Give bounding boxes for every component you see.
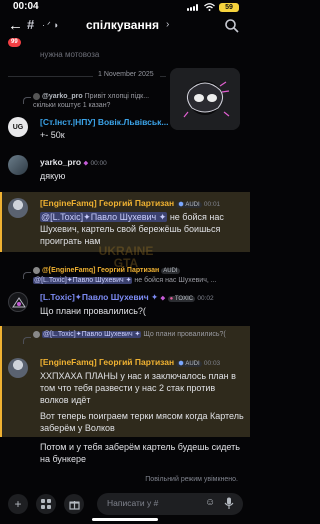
signal-icon: [187, 4, 200, 11]
message-input-placeholder: Написати у #: [107, 498, 159, 508]
avatar[interactable]: [8, 198, 28, 218]
user-mention[interactable]: @[L.Toxic]✦Павло Шухевич ✦: [40, 212, 168, 222]
battery-indicator: 59: [219, 3, 239, 12]
hash-icon: #: [27, 17, 35, 32]
role-tag-text: AUDI: [185, 202, 200, 208]
reply-connector: [23, 337, 31, 344]
reply-author: @[L.Toxic]✦Павло Шухевич ✦: [41, 331, 142, 338]
thread-icons: ·ᐟ◑: [42, 20, 61, 30]
channel-title[interactable]: спілкування: [86, 18, 159, 32]
reply-avatar: [33, 92, 40, 100]
chevron-right-icon[interactable]: ›: [166, 19, 169, 30]
message-text: дякую: [40, 171, 66, 181]
message-text-followup: Вот теперь поиграем терки мясом когда Ка…: [40, 411, 244, 433]
home-indicator: [92, 518, 158, 521]
reply-connector: [23, 97, 31, 104]
add-attachment-button[interactable]: +: [8, 494, 28, 514]
reply-preview[interactable]: @[L.Toxic]✦Павло Шухевич ✦ Що плани пров…: [33, 330, 245, 340]
message-time: 00:01: [203, 201, 221, 208]
message-author[interactable]: [Ст.Інст.|НПУ] Вовік.Львівськ...: [40, 117, 168, 127]
media-thumbnail: [170, 68, 240, 130]
avatar[interactable]: [8, 358, 28, 378]
search-icon[interactable]: [224, 18, 240, 34]
avatar-letters: UG: [12, 123, 24, 131]
avatar[interactable]: UG: [8, 117, 28, 137]
avatar[interactable]: [8, 155, 28, 175]
floating-media-preview[interactable]: [170, 68, 240, 130]
nitro-icon: ⬥: [83, 160, 89, 167]
message-header: yarko_pro ⬥ 00:00: [40, 157, 107, 168]
wifi-icon: [204, 3, 215, 11]
status-bar: 00:04 59: [0, 0, 250, 14]
message-text: ХХПХАХА ПЛАНЫ у нас и заключалось план в…: [40, 371, 236, 405]
message-header: [EngineFamq] Георгий Партизан ⬢ AUDI 00:…: [40, 198, 245, 208]
unread-badge: 99: [8, 38, 21, 47]
shield-icon: ⬢: [178, 361, 184, 367]
apps-button[interactable]: [36, 494, 56, 514]
reply-connector: [23, 272, 31, 279]
plus-icon: +: [14, 497, 22, 511]
reply-preview[interactable]: @yarko_pro Привіт хлопці підк... скільки…: [33, 92, 168, 110]
message-time: 00:02: [197, 295, 214, 302]
message-text: +- 50к: [40, 130, 65, 140]
previous-message-text: нужна мотовоза: [40, 50, 100, 59]
message-header: [L.Toxic]✦Павло Шухевич ✦ ⬥ ● TOXIC 00:0…: [40, 292, 245, 303]
message-author[interactable]: [L.Toxic]✦Павло Шухевич ✦: [40, 292, 158, 302]
reply-preview[interactable]: @[EngineFamq] Георгий Партизан AUDI @[L.…: [33, 266, 245, 286]
role-tag: ⬢ AUDI: [176, 202, 202, 208]
shield-icon: ⬢: [178, 202, 184, 208]
message-time: 00:00: [90, 160, 107, 167]
emoji-icon[interactable]: ☺: [205, 497, 215, 508]
message-text-followup: Потом и у тебя заберём картель будешь си…: [40, 442, 240, 464]
toxic-icon: ●: [169, 296, 174, 302]
message-author[interactable]: [EngineFamq] Георгий Партизан: [40, 357, 174, 367]
reply-author: @[EngineFamq] Георгий Партизан: [41, 267, 160, 274]
message-input[interactable]: Написати у # ☺: [97, 493, 243, 515]
avatar-image: [12, 297, 26, 308]
date-divider-text: 1 November 2025: [98, 71, 154, 78]
nitro-icon: ⬥: [160, 295, 166, 302]
avatar[interactable]: [8, 292, 28, 312]
role-tag: ⬢ AUDI: [176, 361, 202, 367]
apps-grid-icon: [41, 499, 51, 509]
role-tag-text: TOXIC: [174, 296, 194, 302]
reply-text: Що плани провалились?(: [143, 331, 226, 338]
message-header: [EngineFamq] Георгий Партизан ⬢ AUDI 00:…: [40, 357, 245, 367]
message-author[interactable]: yarko_pro: [40, 157, 81, 167]
slow-mode-notice: Повільний режим увімкнено.: [145, 476, 238, 483]
clock: 00:04: [13, 1, 39, 12]
message-author[interactable]: [EngineFamq] Георгий Партизан: [40, 198, 174, 208]
reply-avatar: [33, 266, 40, 274]
reply-text: не бойся нас Шухевич, ...: [134, 277, 217, 284]
message-text: Що плани провалились?(: [40, 306, 146, 316]
microphone-icon[interactable]: [224, 497, 234, 510]
gift-icon: [68, 500, 80, 510]
reply-avatar: [33, 330, 40, 338]
mention-bar: [0, 326, 2, 437]
reply-author: @yarko_pro: [42, 93, 83, 100]
mention-bar: [0, 192, 2, 252]
role-tag: AUDI: [161, 268, 180, 274]
message-body: @[L.Toxic]✦Павло Шухевич ✦ не бойся нас …: [40, 211, 245, 247]
message-time: 00:03: [203, 360, 221, 367]
user-mention: @[L.Toxic]✦Павло Шухевич ✦: [33, 277, 133, 284]
role-tag: ● TOXIC: [167, 296, 196, 302]
gift-button[interactable]: [64, 494, 84, 514]
back-arrow-icon[interactable]: ←: [8, 17, 23, 34]
role-tag-text: AUDI: [185, 361, 200, 367]
